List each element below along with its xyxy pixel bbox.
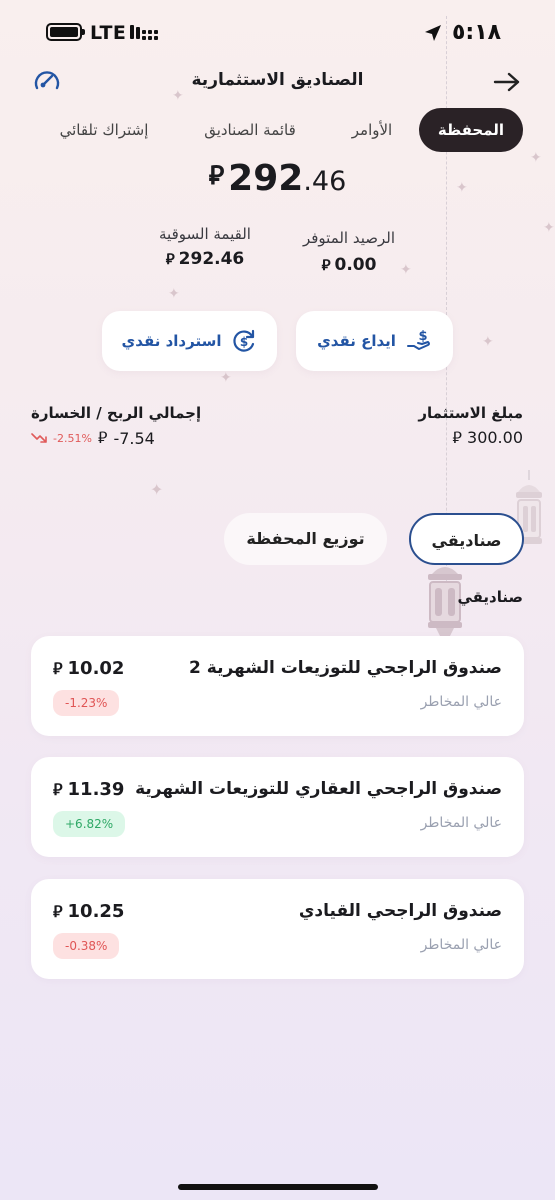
sparkle-icon: ✦	[543, 220, 555, 236]
sparkle-icon: ✦	[150, 480, 164, 499]
riyal-icon: ⃁	[321, 256, 331, 274]
network-type: LTE	[90, 22, 127, 44]
market-value-label: القيمة السوقية	[159, 225, 251, 243]
riyal-icon: ⃁	[208, 161, 225, 191]
trend-down-icon	[31, 433, 47, 443]
segment-my-funds[interactable]: صناديقي	[409, 513, 524, 565]
tab-portfolio[interactable]: المحفظة	[419, 108, 523, 152]
fund-name: صندوق الراجحي القيادي	[298, 901, 502, 921]
back-arrow-icon[interactable]	[492, 70, 522, 94]
sparkle-icon: ✦	[482, 334, 494, 350]
sparkle-icon: ✦	[456, 180, 468, 196]
section-title: صناديقي	[457, 588, 523, 606]
investment-amount-value: ⃁ 300.00	[452, 428, 523, 447]
signal-icon	[130, 23, 158, 41]
fund-change-badge: -1.23%	[53, 690, 120, 716]
sparkle-icon: ✦	[168, 286, 180, 302]
fund-price: ⃁ 11.39	[53, 779, 125, 800]
svg-text:$: $	[240, 335, 248, 349]
deposit-cash-button[interactable]: $ ايداع نقدي	[296, 311, 453, 371]
profit-loss-amount: -7.54	[113, 428, 155, 448]
fund-risk: عالي المخاطر	[420, 815, 502, 831]
fund-price: ⃁ 10.02	[53, 658, 125, 679]
riyal-icon: ⃁	[53, 902, 63, 921]
profit-loss-label: إجمالي الربح / الخسارة	[31, 404, 202, 422]
riyal-icon: ⃁	[97, 428, 108, 447]
fund-risk: عالي المخاطر	[420, 694, 502, 710]
market-value: ⃁ 292.46	[165, 249, 245, 269]
tab-funds-list[interactable]: قائمة الصناديق	[190, 108, 310, 152]
segment-portfolio-distribution[interactable]: توزيع المحفظة	[224, 513, 387, 565]
speedometer-icon[interactable]	[32, 66, 62, 96]
status-time: ٥:١٨	[452, 20, 502, 45]
balance-integer: 292	[228, 158, 304, 199]
sparkle-icon: ✦	[530, 150, 542, 166]
tab-auto-subscription[interactable]: إشتراك تلقائي	[44, 108, 164, 152]
deposit-cash-label: ايداع نقدي	[317, 332, 396, 350]
redeem-cash-label: استرداد نقدي	[121, 332, 222, 350]
svg-text:$: $	[418, 329, 427, 344]
sparkle-icon: ✦	[220, 370, 232, 386]
fund-name: صندوق الراجحي للتوزيعات الشهرية 2	[189, 658, 502, 678]
available-balance-value: ⃁ 0.00	[321, 255, 377, 275]
fund-card[interactable]: صندوق الراجحي للتوزيعات الشهرية 2 عالي ا…	[31, 636, 524, 736]
fund-name: صندوق الراجحي العقاري للتوزيعات الشهرية	[135, 779, 502, 799]
fund-price: ⃁ 10.25	[53, 901, 125, 922]
sparkle-icon: ✦	[172, 88, 184, 104]
riyal-icon: ⃁	[165, 250, 175, 268]
redeem-cash-button[interactable]: $ استرداد نقدي	[102, 311, 277, 371]
fund-card[interactable]: صندوق الراجحي القيادي عالي المخاطر ⃁ 10.2…	[31, 879, 524, 979]
home-indicator[interactable]	[178, 1184, 378, 1190]
refund-cycle-icon: $	[233, 329, 255, 352]
tab-orders[interactable]: الأوامر	[332, 108, 412, 152]
total-balance: ⃁ 292.46	[120, 158, 435, 208]
profit-loss-percent: -2.51%	[53, 431, 92, 445]
riyal-icon: ⃁	[452, 428, 462, 447]
investment-amount-label: مبلغ الاستثمار	[418, 404, 523, 422]
fund-risk: عالي المخاطر	[420, 937, 502, 953]
fund-change-badge: +6.82%	[53, 811, 126, 837]
riyal-icon: ⃁	[53, 780, 63, 799]
fund-card[interactable]: صندوق الراجحي العقاري للتوزيعات الشهرية …	[31, 757, 524, 857]
battery-icon	[46, 23, 85, 41]
profit-loss-value: -2.51% ⃁ -7.54	[31, 428, 155, 448]
location-arrow-icon	[425, 25, 441, 41]
available-balance-label: الرصيد المتوفر	[302, 229, 396, 247]
riyal-icon: ⃁	[53, 659, 63, 678]
balance-decimal: .46	[303, 166, 347, 197]
hand-dollar-icon: $	[406, 329, 430, 350]
page-title: الصناديق الاستثمارية	[191, 70, 364, 90]
fund-change-badge: -0.38%	[53, 933, 120, 959]
